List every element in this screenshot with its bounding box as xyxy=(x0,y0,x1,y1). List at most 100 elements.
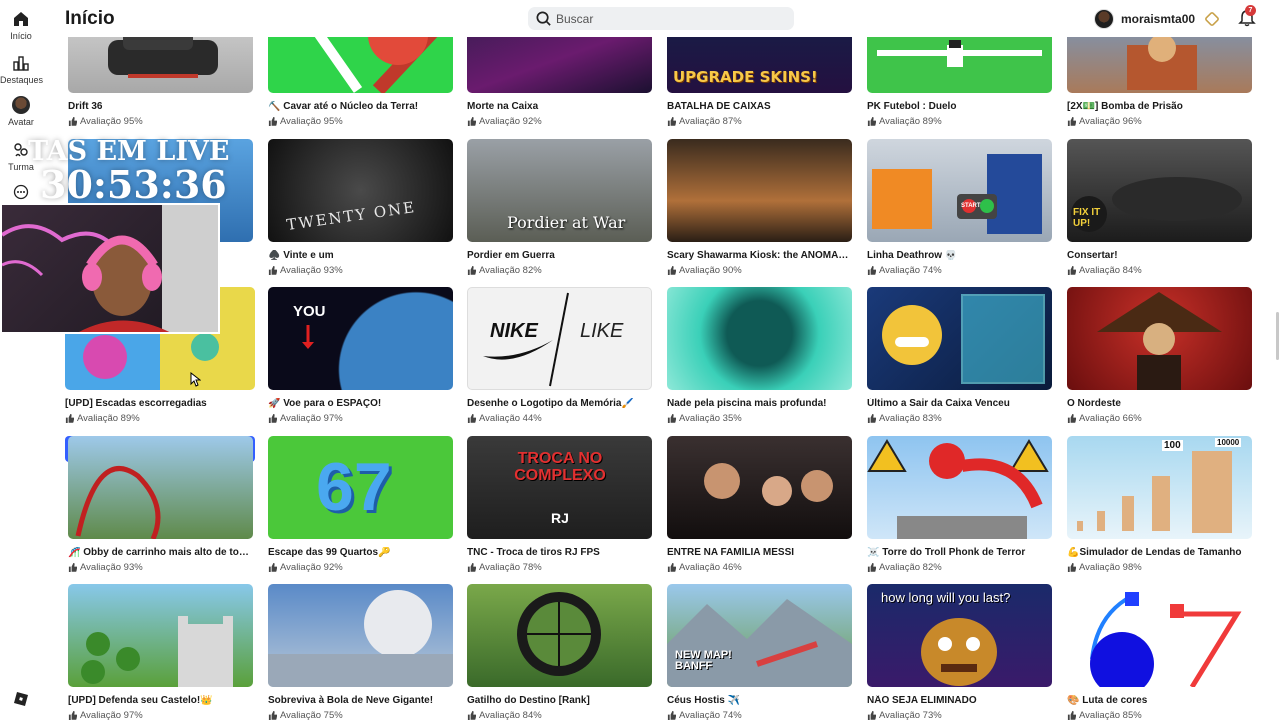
rating-label: Avaliação 95% xyxy=(280,116,343,127)
game-card[interactable]: YOU 🚀 Voe para o ESPAÇO! Avaliação 97% xyxy=(268,287,453,424)
game-thumbnail[interactable]: FIX IT UP! xyxy=(1067,139,1252,242)
game-title[interactable]: Sobreviva à Bola de Neve Gigante! xyxy=(268,695,453,708)
game-title[interactable]: ENTRE NA FAMÍLIA MESSI xyxy=(667,547,852,560)
game-title[interactable]: TNC - Troca de tiros RJ FPS xyxy=(467,547,652,560)
charts-icon xyxy=(13,56,29,71)
game-title[interactable]: NÃO SEJA ELIMINADO xyxy=(867,695,1052,708)
game-thumbnail[interactable] xyxy=(268,584,453,687)
game-title[interactable]: Último a Sair da Caixa Venceu xyxy=(867,398,1052,411)
game-card[interactable]: ENTRE NA FAMÍLIA MESSI Avaliação 46% xyxy=(667,436,852,573)
game-card[interactable]: TROCA NO COMPLEXO RJ TNC - Troca de tiro… xyxy=(467,436,652,573)
robux-icon[interactable] xyxy=(1204,10,1220,27)
game-title[interactable]: Consertar! xyxy=(1067,250,1252,263)
game-title[interactable]: Desenhe o Logotipo da Memória🖌️ xyxy=(467,398,652,411)
game-thumbnail[interactable] xyxy=(867,436,1052,539)
game-thumbnail[interactable] xyxy=(68,584,253,687)
sidebar-item-avatar[interactable]: Avatar xyxy=(0,96,42,127)
game-thumbnail[interactable] xyxy=(467,584,652,687)
thumbs-up-icon xyxy=(65,414,74,423)
rating-label: Avaliação 96% xyxy=(1079,116,1142,127)
game-title[interactable]: 🚀 Voe para o ESPAÇO! xyxy=(268,398,453,411)
game-title[interactable]: Drift 36 xyxy=(68,101,253,114)
game-card[interactable]: NEW MAP! BANFF Céus Hostis ✈️ Avaliação … xyxy=(667,584,852,720)
game-card[interactable]: 🎢 Obby de carrinho mais alto de todo... … xyxy=(68,436,253,573)
game-thumbnail[interactable] xyxy=(667,287,852,390)
game-thumbnail[interactable] xyxy=(667,436,852,539)
game-card[interactable]: 🎨 Luta de cores Avaliação 85% xyxy=(1067,584,1252,720)
thumbs-up-icon xyxy=(68,563,77,572)
game-title[interactable]: Gatilho do Destino [Rank] xyxy=(467,695,652,708)
game-card[interactable]: NIKE LIKE Desenhe o Logotipo da Memória🖌… xyxy=(467,287,652,424)
game-thumbnail[interactable] xyxy=(667,139,852,242)
game-title[interactable]: ☠️ Torre do Troll Phonk de Terror xyxy=(867,547,1052,560)
game-card[interactable]: O Nordeste Avaliação 66% xyxy=(1067,287,1252,424)
game-card[interactable]: Scary Shawarma Kiosk: the ANOMALY ... Av… xyxy=(667,139,852,276)
game-card[interactable]: START Linha Deathrow 💀 Avaliação 74% xyxy=(867,139,1052,276)
game-thumbnail[interactable]: NEW MAP! BANFF xyxy=(667,584,852,687)
game-title[interactable]: ♠️ Vinte e um xyxy=(268,250,453,263)
scrollbar-thumb[interactable] xyxy=(1276,312,1279,360)
game-card[interactable]: how long will you last? NÃO SEJA ELIMINA… xyxy=(867,584,1052,720)
rating-label: Avaliação 93% xyxy=(280,265,343,276)
game-title[interactable]: Morte na Caixa xyxy=(467,101,652,114)
game-title[interactable]: 🎢 Obby de carrinho mais alto de todo... xyxy=(68,547,253,560)
game-rating: Avaliação 95% xyxy=(68,116,253,127)
game-title[interactable]: [2X💵] Bomba de Prisão xyxy=(1067,101,1252,114)
game-title[interactable]: Pordier em Guerra xyxy=(467,250,652,263)
sidebar-item-label: Início xyxy=(10,31,32,41)
thumbs-up-icon xyxy=(667,414,676,423)
game-card[interactable]: Último a Sair da Caixa Venceu Avaliação … xyxy=(867,287,1052,424)
game-card[interactable]: Pordier at War Pordier em Guerra Avaliaç… xyxy=(467,139,652,276)
game-rating: Avaliação 92% xyxy=(268,562,453,573)
game-rating: Avaliação 44% xyxy=(467,413,652,424)
username[interactable]: moraismta00 xyxy=(1121,12,1195,26)
game-card[interactable]: 100 10000 💪Simulador de Lendas de Tamanh… xyxy=(1067,436,1252,573)
game-thumbnail[interactable]: 67 xyxy=(268,436,453,539)
sidebar-item-more[interactable] xyxy=(0,184,42,200)
game-card[interactable]: Sobreviva à Bola de Neve Gigante! Avalia… xyxy=(268,584,453,720)
game-card[interactable]: FIX IT UP! Consertar! Avaliação 84% xyxy=(1067,139,1252,276)
game-title[interactable]: Nade pela piscina mais profunda! xyxy=(667,398,852,411)
avatar[interactable] xyxy=(1094,8,1114,29)
sidebar-roblox-logo[interactable] xyxy=(0,692,42,706)
game-card[interactable]: Gatilho do Destino [Rank] Avaliação 84% xyxy=(467,584,652,720)
game-thumbnail[interactable]: Pordier at War xyxy=(467,139,652,242)
game-card[interactable]: TWENTY ONE ♠️ Vinte e um Avaliação 93% xyxy=(268,139,453,276)
game-thumbnail[interactable]: NIKE LIKE xyxy=(467,287,652,390)
game-title[interactable]: Escape das 99 Quartos🔑 xyxy=(268,547,453,560)
game-title[interactable]: Céus Hostis ✈️ xyxy=(667,695,852,708)
game-title[interactable]: O Nordeste xyxy=(1067,398,1252,411)
search-bar[interactable] xyxy=(528,7,794,30)
search-input[interactable] xyxy=(556,9,776,28)
game-thumbnail[interactable] xyxy=(1067,584,1252,687)
game-title[interactable]: PK Futebol : Duelo xyxy=(867,101,1052,114)
game-thumbnail[interactable]: TROCA NO COMPLEXO RJ xyxy=(467,436,652,539)
game-title[interactable]: 💪Simulador de Lendas de Tamanho xyxy=(1067,547,1252,560)
game-thumbnail[interactable]: START xyxy=(867,139,1052,242)
rating-label: Avaliação 82% xyxy=(479,265,542,276)
game-thumbnail[interactable]: YOU xyxy=(268,287,453,390)
sidebar-item-home[interactable]: Início xyxy=(0,10,42,41)
game-title[interactable]: Scary Shawarma Kiosk: the ANOMALY ... xyxy=(667,250,852,263)
game-title[interactable]: ⛏️ Cavar até o Núcleo da Terra! xyxy=(268,101,453,114)
sidebar-item-charts[interactable]: Destaques xyxy=(0,54,43,85)
user-profile[interactable]: moraismta00 xyxy=(1094,7,1220,30)
thumbs-up-icon xyxy=(667,266,676,275)
game-title[interactable]: Linha Deathrow 💀 xyxy=(867,250,1052,263)
rating-label: Avaliação 84% xyxy=(479,710,542,720)
game-thumbnail[interactable] xyxy=(68,436,253,539)
game-title[interactable]: 🎨 Luta de cores xyxy=(1067,695,1252,708)
game-thumbnail[interactable]: how long will you last? xyxy=(867,584,1052,687)
game-thumbnail[interactable]: 100 10000 xyxy=(1067,436,1252,539)
game-card[interactable]: 67 Escape das 99 Quartos🔑 Avaliação 92% xyxy=(268,436,453,573)
game-card[interactable]: [UPD] Defenda seu Castelo!👑 Avaliação 97… xyxy=(68,584,253,720)
game-title[interactable]: BATALHA DE CAIXAS xyxy=(667,101,852,114)
game-title[interactable]: [UPD] Escadas escorregadias xyxy=(65,398,255,411)
game-thumbnail[interactable] xyxy=(867,287,1052,390)
game-card[interactable]: ☠️ Torre do Troll Phonk de Terror Avalia… xyxy=(867,436,1052,573)
game-title[interactable]: [UPD] Defenda seu Castelo!👑 xyxy=(68,695,253,708)
game-card[interactable]: Nade pela piscina mais profunda! Avaliaç… xyxy=(667,287,852,424)
game-thumbnail[interactable]: TWENTY ONE xyxy=(268,139,453,242)
mouse-cursor-icon xyxy=(190,372,201,387)
game-thumbnail[interactable] xyxy=(1067,287,1252,390)
